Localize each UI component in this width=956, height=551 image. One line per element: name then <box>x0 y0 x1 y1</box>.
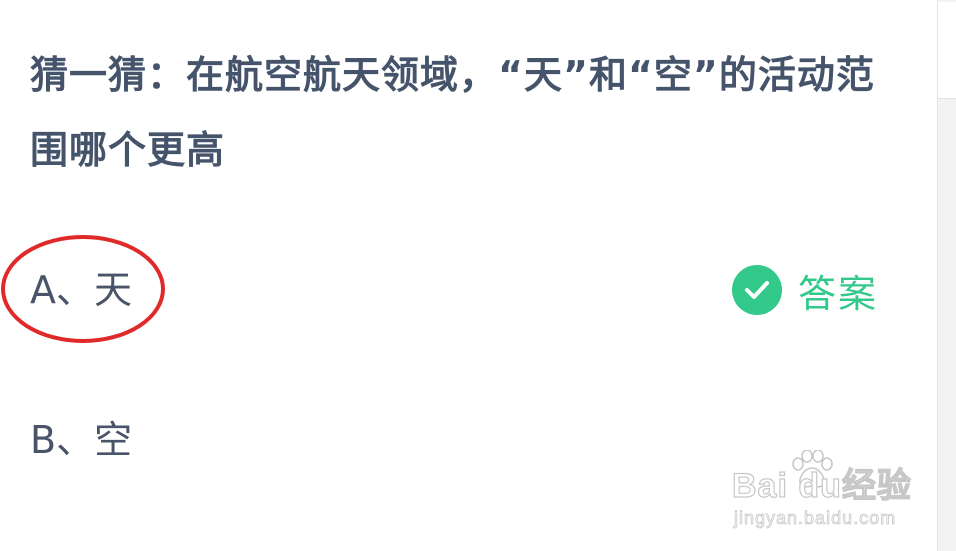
answer-label: 答案 <box>798 271 879 316</box>
option-a[interactable]: A、天 <box>30 268 132 312</box>
watermark-url: jingyan.baidu.com <box>734 508 897 529</box>
answer-button[interactable]: 答案 <box>732 265 879 316</box>
vertical-scrollbar[interactable] <box>937 0 956 551</box>
scrollbar-thumb[interactable] <box>938 2 956 99</box>
question-text: 猜一猜：在航空航天领域，“天”和“空”的活动范围哪个更高 <box>30 53 875 172</box>
watermark-brand: Bai du经验 <box>731 466 912 505</box>
baidu-watermark: Bai du经验 jingyan.baidu.com <box>731 450 922 534</box>
option-b[interactable]: B、空 <box>30 418 132 462</box>
check-circle-icon <box>732 265 782 315</box>
